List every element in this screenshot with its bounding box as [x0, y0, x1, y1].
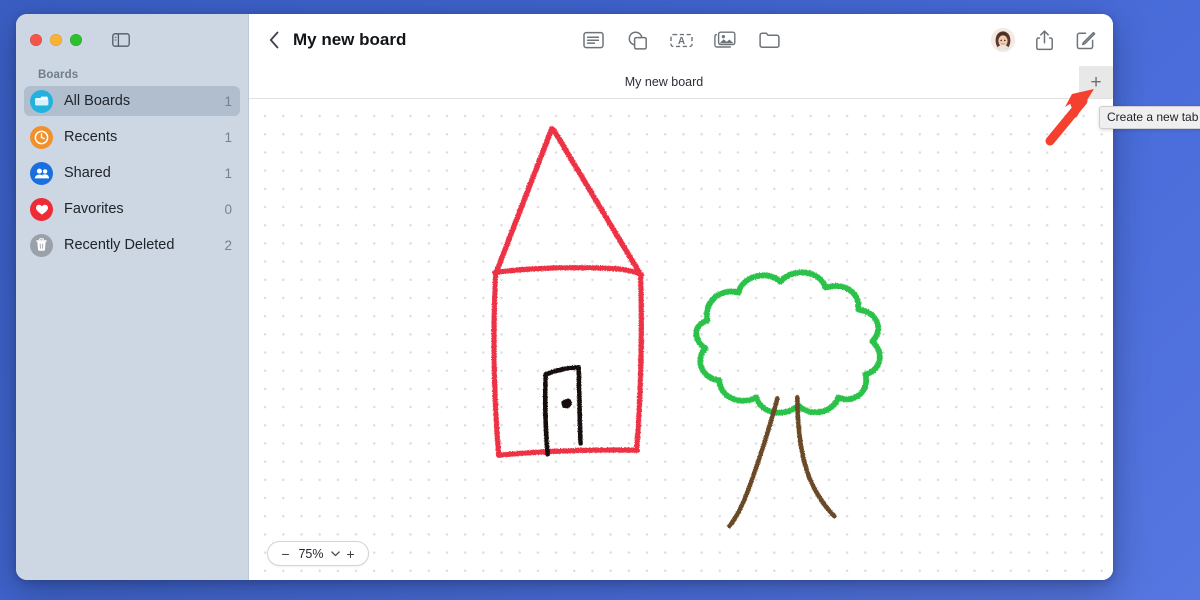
sidebar-item-label: Recents [64, 129, 118, 145]
tab-label: My new board [624, 75, 704, 89]
sidebar-toggle-icon[interactable] [111, 32, 131, 48]
zoom-out-button[interactable]: − [277, 544, 294, 564]
sidebar-item-label: All Boards [64, 93, 131, 109]
media-icon[interactable] [712, 27, 738, 53]
sidebar-item-label: Favorites [64, 201, 124, 217]
boards-icon [30, 89, 53, 113]
sidebar-item-count: 1 [224, 165, 232, 181]
tool-icon-group: A [580, 27, 782, 53]
heart-icon [30, 197, 53, 221]
share-icon[interactable] [1031, 27, 1057, 53]
sidebar-item-count: 1 [224, 93, 232, 109]
sidebar-item-label: Shared [64, 165, 111, 181]
sidebar-section-label: Boards [38, 69, 79, 81]
sidebar-item-shared[interactable]: Shared 1 [24, 158, 240, 188]
desktop-background: Boards All Boards 1 Recents 1 Shared 1 F… [0, 0, 1200, 600]
sidebar-item-count: 2 [224, 237, 232, 253]
sidebar-item-label: Recently Deleted [64, 237, 175, 253]
minimize-button[interactable] [50, 34, 62, 46]
tree-canopy [693, 269, 883, 416]
trash-icon [30, 233, 53, 257]
clock-icon [30, 125, 53, 149]
house-and-tree-sketch [491, 126, 883, 529]
compose-icon[interactable] [1073, 27, 1099, 53]
zoom-level-value[interactable]: 75% [294, 547, 328, 561]
page-title: My new board [293, 30, 407, 49]
main-area: My new board A My new board + − 75% + [249, 14, 1113, 580]
house-roof [493, 126, 644, 278]
sidebar-item-recents[interactable]: Recents 1 [24, 122, 240, 152]
board-toolbar: My new board A [249, 14, 1113, 66]
new-tab-button[interactable]: + [1079, 66, 1113, 98]
window-titlebar [16, 14, 248, 66]
zoom-control: − 75% + [267, 541, 369, 566]
sidebar-item-count: 1 [224, 129, 232, 145]
sidebar-item-count: 0 [224, 201, 232, 217]
back-button[interactable] [263, 27, 285, 53]
tree-trunk [727, 395, 837, 529]
door-knob [561, 398, 572, 409]
freeform-app-window: Boards All Boards 1 Recents 1 Shared 1 F… [16, 14, 1113, 580]
maximize-button[interactable] [70, 34, 82, 46]
house-door [542, 365, 583, 457]
svg-text:A: A [677, 36, 684, 47]
text-box-icon[interactable]: A [668, 27, 694, 53]
sidebar: Boards All Boards 1 Recents 1 Shared 1 F… [16, 14, 249, 580]
plus-icon: + [1090, 71, 1102, 93]
house-body [491, 265, 645, 458]
board-canvas[interactable]: − 75% + [249, 99, 1113, 580]
tab-my-new-board[interactable]: My new board [249, 66, 1079, 98]
sidebar-item-all-boards[interactable]: All Boards 1 [24, 86, 240, 116]
shapes-icon[interactable] [624, 27, 650, 53]
traffic-lights [30, 34, 82, 46]
tooltip-text: Create a new tab [1107, 110, 1199, 124]
sidebar-item-recently-deleted[interactable]: Recently Deleted 2 [24, 230, 240, 260]
avatar[interactable] [991, 28, 1015, 52]
sticky-note-icon[interactable] [580, 27, 606, 53]
tooltip-create-new-tab: Create a new tab [1099, 106, 1200, 129]
tab-bar: My new board + [249, 66, 1113, 99]
toolbar-right-group [991, 27, 1099, 53]
chevron-down-icon[interactable] [328, 544, 342, 564]
close-button[interactable] [30, 34, 42, 46]
sidebar-item-favorites[interactable]: Favorites 0 [24, 194, 240, 224]
sidebar-nav-list: All Boards 1 Recents 1 Shared 1 Favorite… [16, 86, 248, 260]
files-icon[interactable] [756, 27, 782, 53]
people-icon [30, 161, 53, 185]
zoom-in-button[interactable]: + [342, 544, 359, 564]
